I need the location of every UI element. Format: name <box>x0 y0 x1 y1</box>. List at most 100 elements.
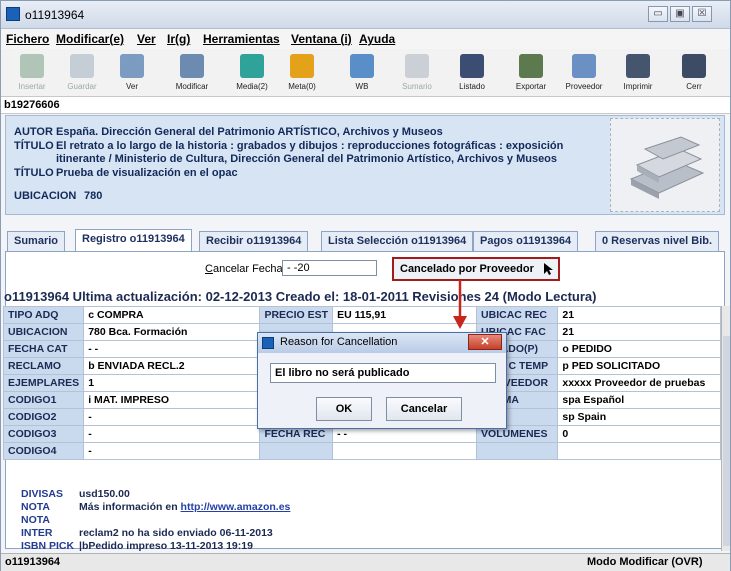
header-key: TÍTULO <box>14 167 54 179</box>
tab-5[interactable]: 0 Reservas nivel Bib. <box>595 231 720 251</box>
close-button[interactable]: ☒ <box>692 6 712 22</box>
field-value[interactable]: 1 <box>83 374 261 392</box>
toolbar-button-exportar[interactable]: Exportar <box>506 52 556 96</box>
vertical-scrollbar[interactable] <box>721 306 730 551</box>
toolbar-button-meta-0-[interactable]: Meta(0) <box>277 52 327 96</box>
note-link[interactable]: http://www.amazon.es <box>181 501 291 513</box>
dialog-cancel-button[interactable]: Cancelar <box>386 397 462 421</box>
field-label: FECHA CAT <box>2 340 85 358</box>
field-value[interactable]: xxxxx Proveedor de pruebas <box>557 374 721 392</box>
record-header-text: AUTOR España. Dirección General del Patr… <box>14 126 604 204</box>
scrollbar-thumb[interactable] <box>723 336 730 546</box>
dialog-close-button[interactable]: ✕ <box>468 334 502 350</box>
cancel-date-field[interactable]: - -20 <box>282 260 377 276</box>
menu-ayuda[interactable]: Ayuda <box>359 32 395 46</box>
field-value[interactable]: 21 <box>557 323 721 341</box>
toolbar-label: Sumario <box>402 82 432 91</box>
toolbar-label: Exportar <box>515 82 547 91</box>
tab-2[interactable]: Recibir o11913964 <box>199 231 309 251</box>
note-key: NOTA INTER <box>21 514 53 539</box>
ok-button[interactable]: OK <box>316 397 372 421</box>
field-label: CODIGO1 <box>2 391 85 409</box>
note-value: |bPedido impreso 13-11-2013 19:19 <box>79 540 253 552</box>
menu-fichero[interactable]: Fichero <box>6 32 49 46</box>
main-window: o11913964 ▭ ▣ ☒ Fichero Modificar(e) Ver… <box>0 0 731 571</box>
toolbar-label: Meta(0) <box>288 82 316 91</box>
tab-0[interactable]: Sumario <box>7 231 66 251</box>
header-value: Prueba de visualización en el opac <box>56 167 238 179</box>
field-label: CODIGO3 <box>2 425 85 443</box>
field-label: RECLAMO <box>2 357 85 375</box>
toolbar-button-insertar[interactable]: Insertar <box>7 52 57 96</box>
field-value[interactable]: 0 <box>557 425 721 443</box>
notes-section: DIVISAS usd150.00 NOTA Más información en h… <box>21 488 290 553</box>
view-icon <box>120 54 144 78</box>
field-label: CODIGO4 <box>2 442 85 460</box>
tab-strip: Sumario Registro o11913964 Recibir o119139… <box>5 221 725 251</box>
cancel-by-provider-button[interactable]: Cancelado por Proveedor <box>392 257 560 281</box>
toolbar-label: Proveedor <box>565 82 603 91</box>
field-value[interactable]: sp Spain <box>557 408 721 426</box>
insert-icon <box>20 54 44 78</box>
field-label: EJEMPLARES <box>2 374 85 392</box>
summary-icon <box>405 54 429 78</box>
field-value[interactable]: o PEDIDO <box>557 340 721 358</box>
field-value[interactable]: - <box>83 425 261 443</box>
toolbar-button-proveedor[interactable]: Proveedor <box>559 52 609 96</box>
field-value[interactable]: 21 <box>557 306 721 324</box>
menu-modificar[interactable]: Modificar(e) <box>56 32 124 46</box>
header-value: El retrato a lo largo de la historia : g… <box>56 140 564 165</box>
menu-bar: Fichero Modificar(e) Ver Ir(g) Herramien… <box>1 29 730 49</box>
toolbar-button-cerr[interactable]: Cerr <box>669 52 719 96</box>
field-value[interactable]: 780 Bca. Formación <box>83 323 261 341</box>
reason-input[interactable]: El libro no será publicado <box>270 363 496 383</box>
web-icon <box>350 54 374 78</box>
cancel-date-label: Cancelar Fecha <box>205 263 283 275</box>
field-value[interactable]: - - <box>83 340 261 358</box>
title-bar: o11913964 ▭ ▣ ☒ <box>1 1 730 29</box>
field-value[interactable]: - <box>83 408 261 426</box>
cancel-by-provider-label: Cancelado por Proveedor <box>400 263 534 275</box>
field-label <box>476 442 559 460</box>
note-value: usd150.00 <box>79 488 130 500</box>
field-value[interactable]: c COMPRA <box>83 306 261 324</box>
tab-3[interactable]: Lista Selección o11913964 <box>321 231 474 251</box>
search-icon <box>460 54 484 78</box>
field-label: CODIGO2 <box>2 408 85 426</box>
field-value[interactable] <box>557 442 721 460</box>
maximize-button[interactable]: ▣ <box>670 6 690 22</box>
toolbar-label: Ver <box>125 82 138 91</box>
menu-herramientas[interactable]: Herramientas <box>203 32 280 46</box>
toolbar-button-listado[interactable]: Listado <box>447 52 497 96</box>
field-value[interactable] <box>332 442 478 460</box>
reason-dialog: Reason for Cancellation ✕ El libro no se… <box>257 332 507 429</box>
tab-1[interactable]: Registro o11913964 <box>75 229 192 251</box>
toolbar-label: Listado <box>459 82 485 91</box>
save-icon <box>70 54 94 78</box>
field-value[interactable]: spa Español <box>557 391 721 409</box>
field-value[interactable]: p PED SOLICITADO <box>557 357 721 375</box>
field-value[interactable]: i MAT. IMPRESO <box>83 391 261 409</box>
tab-4[interactable]: Pagos o11913964 <box>473 231 579 251</box>
toolbar-button-ver[interactable]: Ver <box>107 52 157 96</box>
field-value[interactable]: b ENVIADA RECL.2 <box>83 357 261 375</box>
meta-icon <box>290 54 314 78</box>
minimize-button[interactable]: ▭ <box>648 6 668 22</box>
toolbar-button-media-2-[interactable]: Media(2) <box>227 52 277 96</box>
field-value[interactable]: - <box>83 442 261 460</box>
toolbar-button-sumario[interactable]: Sumario <box>392 52 442 96</box>
media-icon <box>240 54 264 78</box>
toolbar-button-imprimir[interactable]: Imprimir <box>613 52 663 96</box>
toolbar-button-wb[interactable]: WB <box>337 52 387 96</box>
window-title: o11913964 <box>25 8 85 22</box>
record-id: b19276606 <box>1 97 730 114</box>
header-row-author: AUTOR España. Dirección General del Patr… <box>14 126 604 139</box>
header-key: AUTOR <box>14 126 53 138</box>
menu-ventana[interactable]: Ventana (i) <box>291 32 352 46</box>
toolbar-button-modificar[interactable]: Modificar <box>167 52 217 96</box>
menu-ver[interactable]: Ver <box>137 32 156 46</box>
menu-ir[interactable]: Ir(g) <box>167 32 190 46</box>
toolbar-button-guardar[interactable]: Guardar <box>57 52 107 96</box>
field-label: UBICAC REC <box>476 306 559 324</box>
dialog-app-icon <box>262 337 274 349</box>
